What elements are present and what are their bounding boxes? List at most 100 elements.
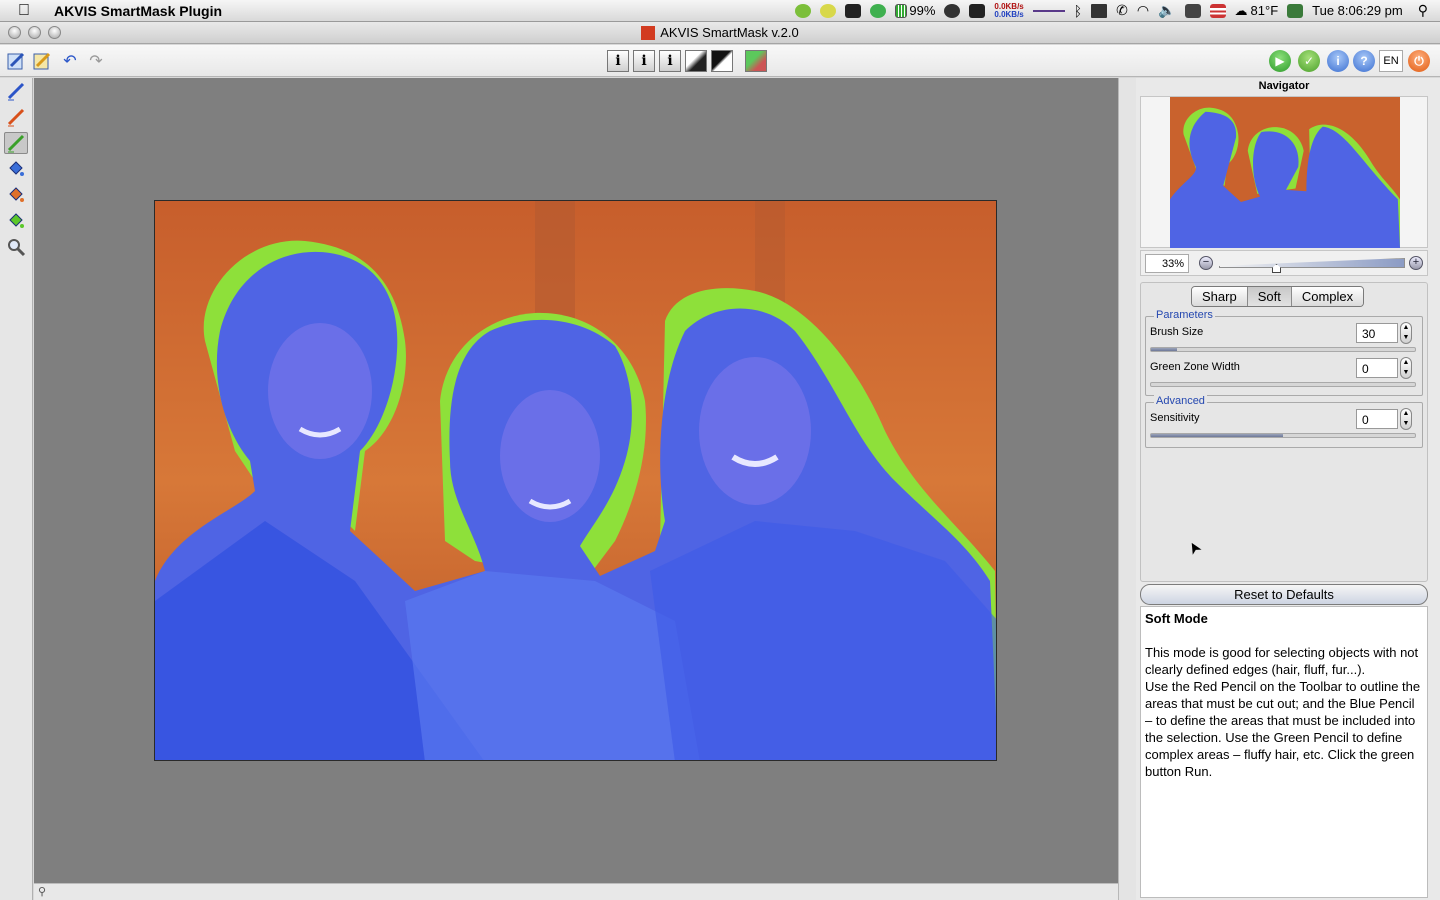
- weather-status[interactable]: ☁ 81°F: [1235, 3, 1279, 19]
- sensitivity-field[interactable]: 0: [1356, 409, 1398, 429]
- network-monitor[interactable]: 0.0KB/s 0.0KB/s: [994, 2, 1023, 19]
- status-app-icon[interactable]: [795, 3, 812, 18]
- app-menu[interactable]: AKVIS SmartMask Plugin: [54, 3, 222, 19]
- mode-button-1[interactable]: i: [607, 50, 629, 72]
- zoom-window-button[interactable]: [48, 26, 61, 39]
- green-pencil-icon[interactable]: [4, 132, 28, 154]
- brush-size-stepper[interactable]: ▲ ▼: [1400, 322, 1412, 344]
- color-mask-view-icon[interactable]: [745, 50, 767, 72]
- app-document-icon: [641, 25, 656, 40]
- open-notebook-icon[interactable]: [4, 49, 28, 73]
- us-flag-icon[interactable]: [1209, 3, 1226, 18]
- brush-size-slider[interactable]: [1150, 347, 1416, 352]
- battery-percent: 99%: [909, 3, 936, 18]
- mode-button-2[interactable]: i: [633, 50, 655, 72]
- weather-cloud-icon: ☁: [1234, 2, 1248, 18]
- canvas-status-strip: ⚲: [34, 883, 1118, 900]
- parameters-group: Parameters Brush Size 30 ▲ ▼ Green Zone W…: [1145, 309, 1423, 396]
- panel-divider[interactable]: [1118, 78, 1136, 900]
- green-zone-width-slider[interactable]: [1150, 382, 1416, 387]
- image-canvas[interactable]: [34, 78, 1118, 883]
- power-button[interactable]: ⏻: [1408, 50, 1430, 72]
- apple-icon[interactable]: : [18, 2, 46, 20]
- red-bucket-icon[interactable]: [4, 184, 28, 206]
- sensitivity-stepper[interactable]: ▲ ▼: [1400, 408, 1412, 430]
- menubar-clock[interactable]: Tue 8:06:29 pm: [1312, 3, 1403, 18]
- minimize-window-button[interactable]: [28, 26, 41, 39]
- battery-status[interactable]: 99%: [895, 3, 935, 18]
- apply-button[interactable]: ✓: [1298, 50, 1320, 72]
- zoom-value-field[interactable]: 33%: [1145, 254, 1189, 273]
- status-chat-icon[interactable]: [820, 3, 837, 18]
- script-icon[interactable]: [1184, 3, 1201, 18]
- window-titlebar: AKVIS SmartMask v.2.0: [0, 22, 1440, 44]
- mode-soft-button[interactable]: Soft: [1247, 287, 1292, 306]
- mask-overlay: [155, 201, 996, 760]
- green-zone-width-label: Green Zone Width: [1150, 361, 1240, 373]
- activity-graph: [1032, 9, 1065, 12]
- menu-bar:  AKVIS SmartMask Plugin 99% 0.0KB/s0.0K…: [0, 0, 1440, 22]
- settings-panel: Navigator 33% − + Sharp Soft Complex Par…: [1136, 78, 1440, 900]
- green-zone-width-field[interactable]: 0: [1356, 358, 1398, 378]
- zoom-tool-icon[interactable]: [4, 236, 28, 258]
- masked-photo[interactable]: [154, 200, 997, 761]
- help-text-box: Soft Mode This mode is good for selectin…: [1140, 606, 1428, 898]
- close-window-button[interactable]: [8, 26, 21, 39]
- temperature: 81°F: [1250, 3, 1279, 18]
- resize-grip-icon[interactable]: ⚲: [38, 885, 46, 898]
- spaces-icon[interactable]: [969, 3, 986, 18]
- mode-complex-button[interactable]: Complex: [1291, 287, 1364, 306]
- zoom-slider[interactable]: [1219, 258, 1405, 268]
- redo-icon[interactable]: ↷: [84, 49, 108, 73]
- blue-pencil-icon[interactable]: [4, 80, 28, 102]
- evernote-icon[interactable]: [845, 3, 862, 18]
- language-button[interactable]: EN: [1379, 50, 1403, 72]
- bluetooth-icon[interactable]: ᛒ: [1074, 3, 1082, 19]
- time-machine-icon[interactable]: [944, 3, 961, 18]
- inverse-view-icon[interactable]: [711, 50, 733, 72]
- mode-selector: Sharp Soft Complex: [1191, 286, 1365, 307]
- navigator-thumbnail[interactable]: [1170, 97, 1400, 248]
- green-zone-width-stepper[interactable]: ▲ ▼: [1400, 357, 1412, 379]
- advanced-group: Advanced Sensitivity 0 ▲ ▼: [1145, 395, 1423, 448]
- run-button[interactable]: ▶: [1269, 50, 1291, 72]
- brush-size-label: Brush Size: [1150, 326, 1204, 338]
- info-button[interactable]: i: [1327, 50, 1349, 72]
- tool-palette: [0, 78, 33, 900]
- sensitivity-label: Sensitivity: [1150, 412, 1200, 424]
- wifi-icon[interactable]: ◠: [1137, 2, 1149, 19]
- sensitivity-slider-fill: [1151, 434, 1283, 437]
- sensitivity-slider[interactable]: [1150, 433, 1416, 438]
- volume-icon[interactable]: 🔈: [1158, 2, 1175, 19]
- save-notebook-icon[interactable]: [30, 49, 54, 73]
- brush-size-field[interactable]: 30: [1356, 323, 1398, 343]
- parameters-label: Parameters: [1154, 309, 1215, 321]
- help-paragraph-2: Use the Red Pencil on the Toolbar to out…: [1145, 679, 1421, 779]
- navigator-title: Navigator: [1258, 80, 1310, 92]
- navigator-thumbnail-image: [1170, 97, 1400, 248]
- user-icon[interactable]: [1287, 3, 1304, 18]
- undo-icon[interactable]: ↶: [58, 49, 82, 73]
- contrast-view-icon[interactable]: [685, 50, 707, 72]
- navigator-preview[interactable]: [1140, 96, 1428, 248]
- phone-icon[interactable]: ✆: [1116, 2, 1128, 19]
- mode-button-3[interactable]: i: [659, 50, 681, 72]
- brush-size-slider-fill: [1151, 348, 1178, 351]
- advanced-label: Advanced: [1154, 395, 1207, 407]
- window-title: AKVIS SmartMask v.2.0: [660, 25, 799, 40]
- display-icon[interactable]: [1091, 3, 1108, 18]
- blue-bucket-icon[interactable]: [4, 158, 28, 180]
- reset-to-defaults-button[interactable]: Reset to Defaults: [1140, 584, 1428, 605]
- green-bucket-icon[interactable]: [4, 210, 28, 232]
- spotlight-icon[interactable]: ⚲: [1418, 2, 1428, 19]
- zoom-controls: 33% − +: [1140, 250, 1428, 276]
- globe-icon[interactable]: [870, 3, 887, 18]
- mode-sharp-button[interactable]: Sharp: [1192, 287, 1248, 306]
- battery-icon: [895, 3, 908, 18]
- zoom-in-icon[interactable]: +: [1409, 256, 1423, 270]
- help-button[interactable]: ?: [1353, 50, 1375, 72]
- red-pencil-icon[interactable]: [4, 106, 28, 128]
- help-title: Soft Mode: [1145, 611, 1208, 626]
- zoom-out-icon[interactable]: −: [1199, 256, 1213, 270]
- window-controls: [8, 26, 61, 39]
